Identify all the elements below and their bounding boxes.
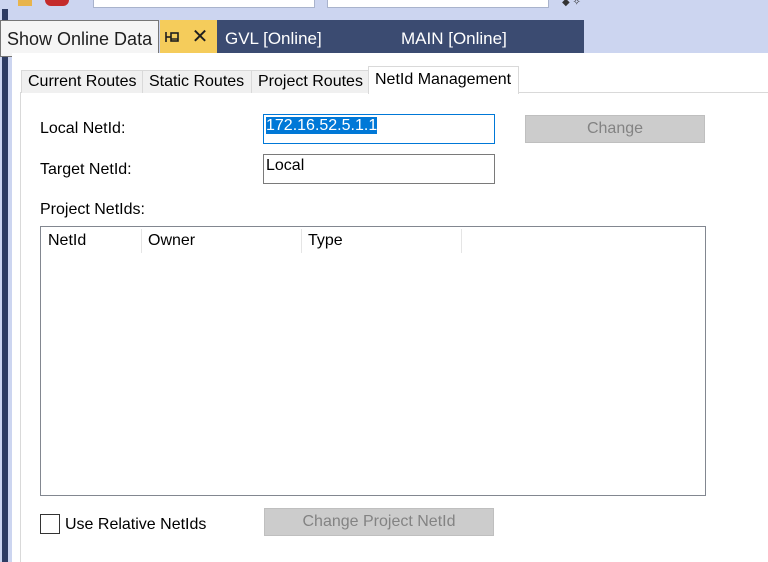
toolbar-debug-icon[interactable] xyxy=(45,0,69,6)
project-netids-list[interactable] xyxy=(40,226,706,496)
change-button[interactable]: Change xyxy=(525,115,705,143)
target-netid-value: Local xyxy=(266,157,305,174)
column-header-netid[interactable]: NetId xyxy=(41,228,141,254)
left-dock-splitter[interactable] xyxy=(2,9,8,562)
column-header-type[interactable]: Type xyxy=(301,228,461,254)
tab-project-routes[interactable]: Project Routes xyxy=(251,70,369,93)
toolbar-folder-icon[interactable] xyxy=(18,0,32,6)
change-project-netid-button[interactable]: Change Project NetId xyxy=(264,508,494,536)
tab-gvl-online[interactable]: GVL [Online] xyxy=(225,29,322,49)
target-netid-input[interactable]: Local xyxy=(263,154,495,184)
tab-main-online[interactable]: MAIN [Online] xyxy=(401,29,507,49)
local-netid-input[interactable]: 172.16.52.5.1.1 xyxy=(263,114,495,144)
column-header-owner[interactable]: Owner xyxy=(141,228,301,254)
toolbar-combo-1[interactable] xyxy=(93,0,315,8)
editor-tabs-background xyxy=(160,20,584,53)
column-separator[interactable] xyxy=(461,229,462,253)
local-netid-value: 172.16.52.5.1.1 xyxy=(266,117,378,134)
target-netid-label: Target NetId: xyxy=(40,161,132,178)
use-relative-netids-checkbox[interactable] xyxy=(40,514,60,534)
project-netids-label: Project NetIds: xyxy=(40,201,145,218)
close-tab-icon[interactable]: ✕ xyxy=(190,27,210,47)
local-netid-label: Local NetId: xyxy=(40,120,126,137)
toolbar-combo-2[interactable] xyxy=(327,0,549,8)
tooltip-show-online-data: Show Online Data xyxy=(0,20,159,57)
tab-current-routes[interactable]: Current Routes xyxy=(21,70,143,93)
pin-icon[interactable] xyxy=(163,28,181,46)
tab-static-routes[interactable]: Static Routes xyxy=(142,70,252,93)
toolbar-dropdown-icon[interactable]: ◆ ✧ xyxy=(562,0,588,8)
tab-netid-management[interactable]: NetId Management xyxy=(368,66,519,94)
use-relative-netids-label[interactable]: Use Relative NetIds xyxy=(65,516,206,534)
